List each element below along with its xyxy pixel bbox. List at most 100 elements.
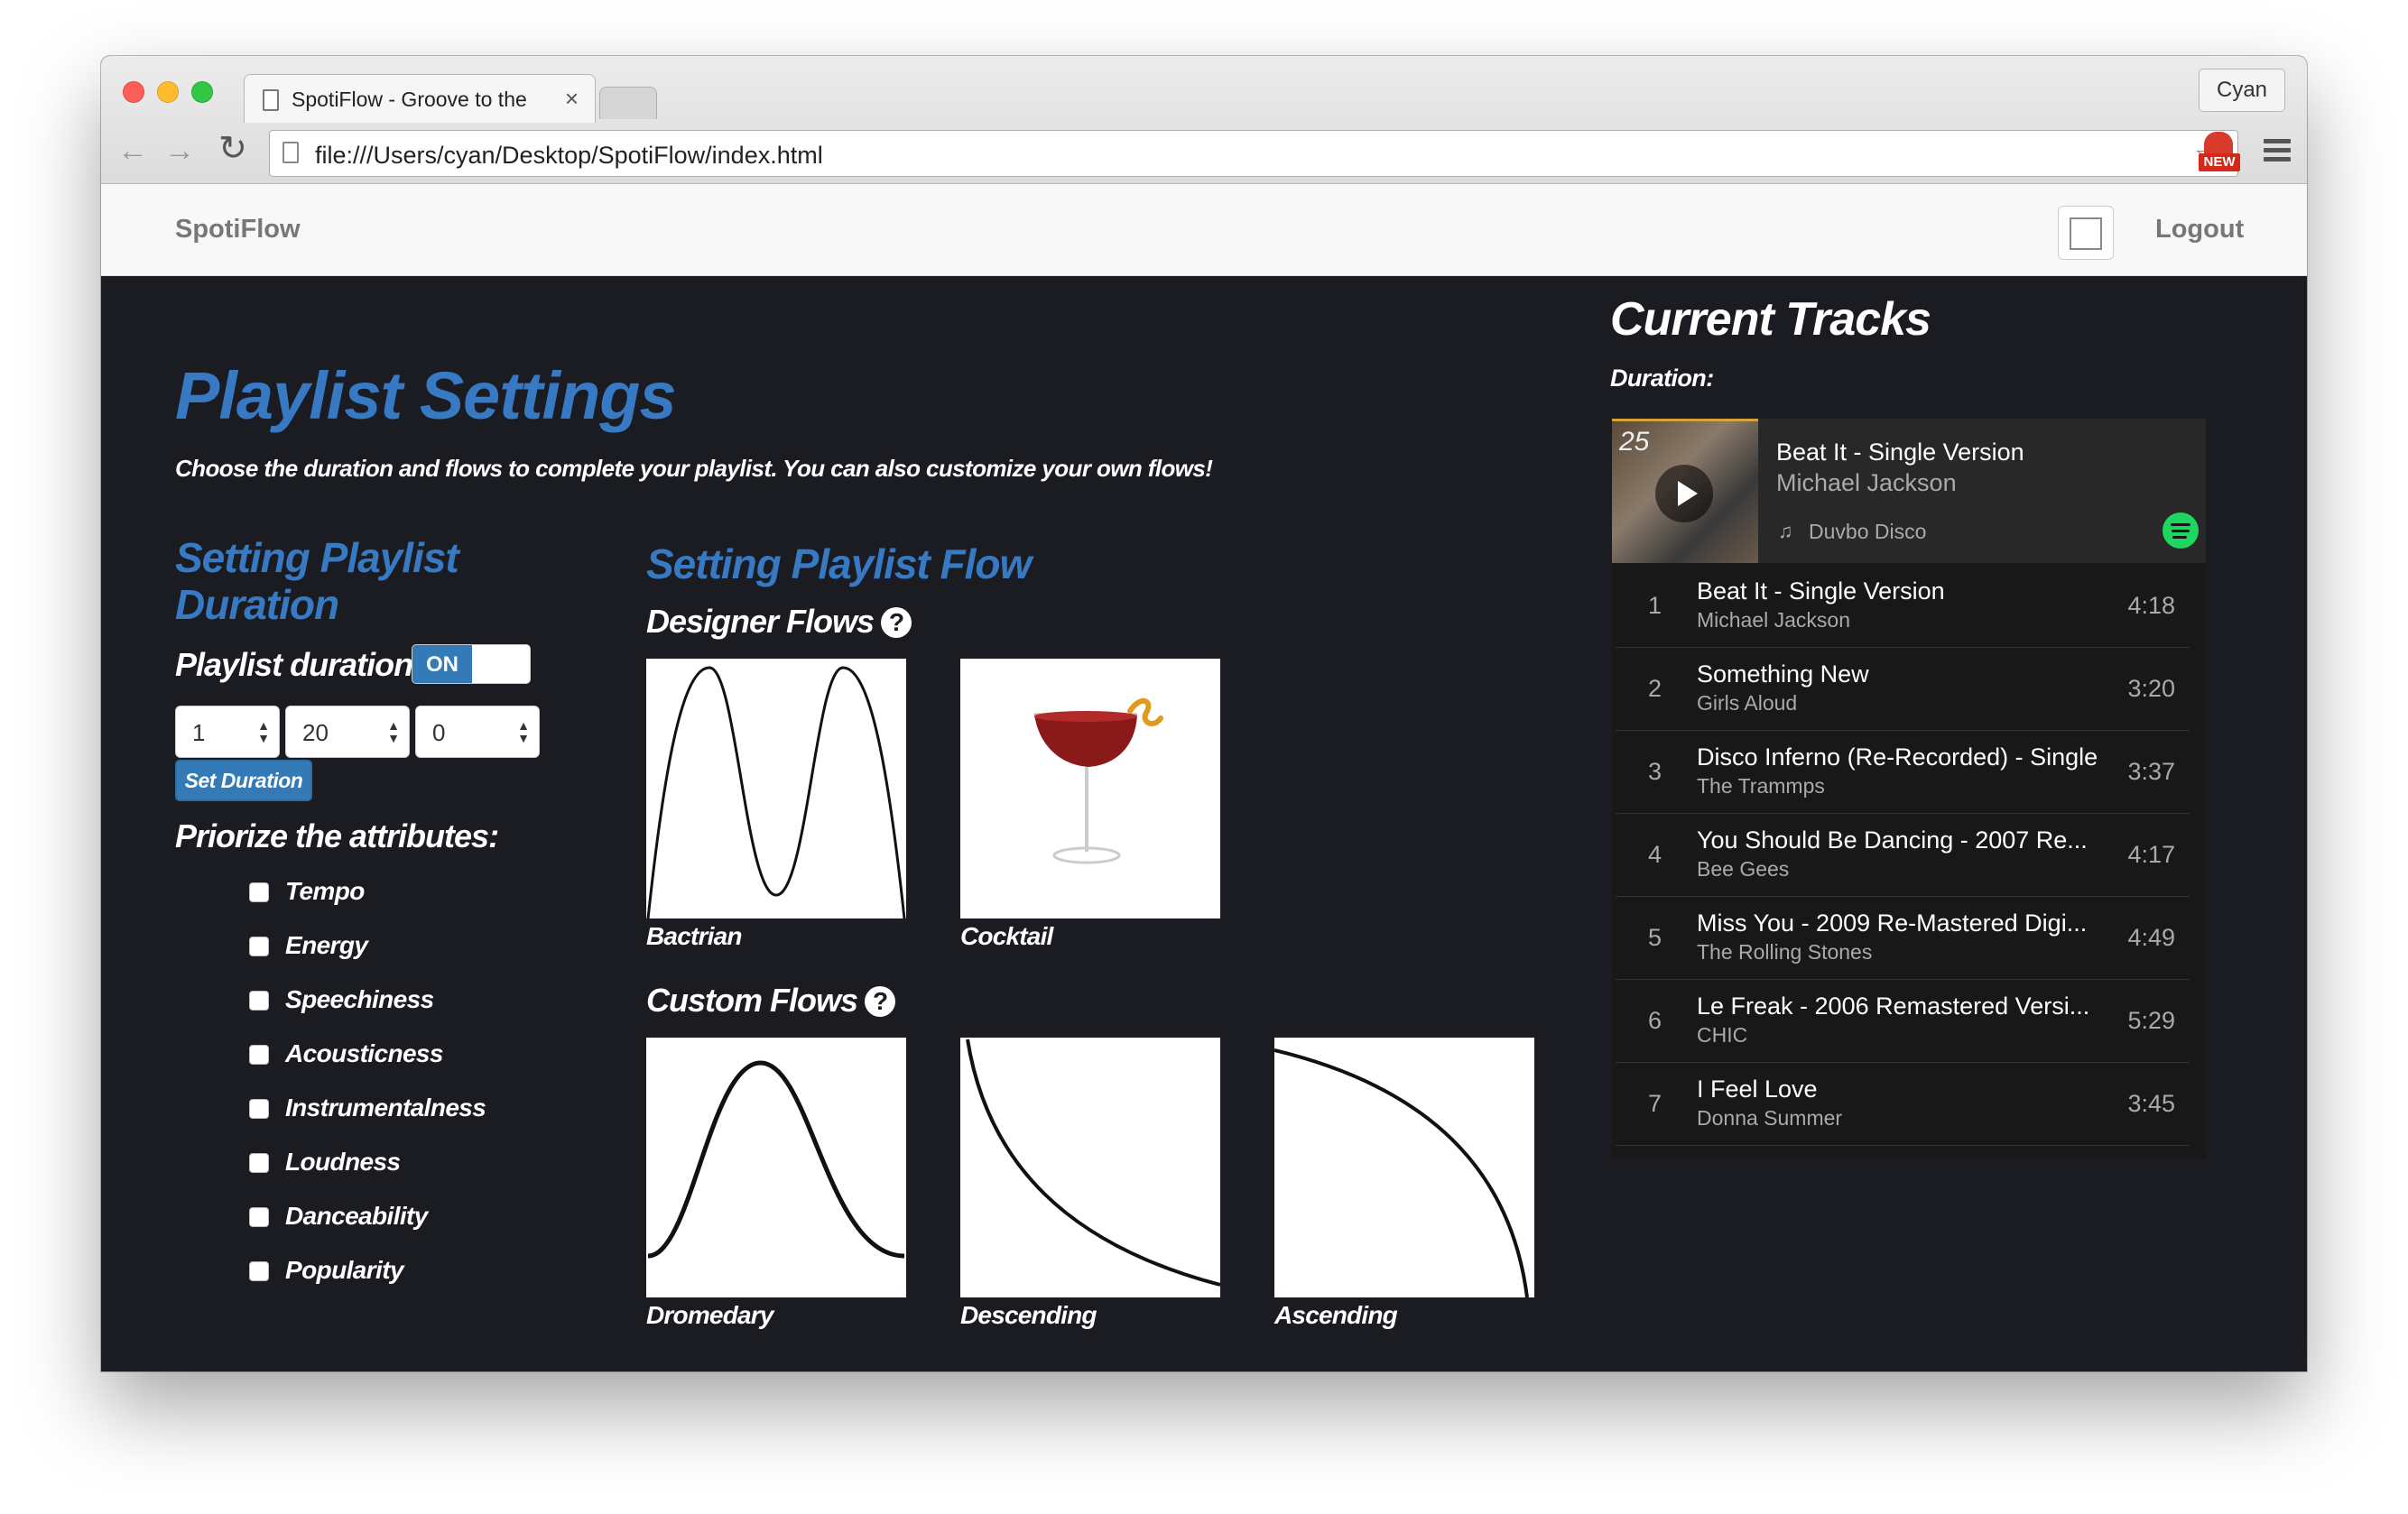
now-playing-artist[interactable]: Michael Jackson xyxy=(1776,469,1957,497)
seconds-input[interactable]: 0 ▲ ▼ xyxy=(415,706,540,758)
attribute-label: Energy xyxy=(285,931,368,959)
help-icon[interactable]: ? xyxy=(881,607,912,638)
duration-label: Playlist duration: xyxy=(175,646,423,683)
playlist-name[interactable]: Duvbo Disco xyxy=(1809,520,1926,544)
track-number: 5 xyxy=(1648,924,1662,951)
flow-card-dromedary[interactable]: Dromedary xyxy=(646,1038,906,1330)
seconds-value: 0 xyxy=(432,719,446,746)
track-duration: 3:45 xyxy=(2127,1090,2175,1117)
maximize-window-button[interactable] xyxy=(191,81,213,103)
custom-flows-heading: Custom Flows? xyxy=(646,982,896,1020)
tracks-duration-label: Duration: xyxy=(1610,365,1714,392)
flow-card-cocktail[interactable]: Cocktail xyxy=(960,659,1220,951)
track-row[interactable]: 5 Miss You - 2009 Re-Mastered Digi... Th… xyxy=(1616,897,2190,980)
ascending-curve-image[interactable] xyxy=(1274,1038,1534,1297)
new-tab-button[interactable] xyxy=(599,87,657,119)
flow-label: Dromedary xyxy=(646,1301,773,1329)
document-icon xyxy=(263,89,279,111)
attribute-checkbox[interactable] xyxy=(249,882,269,902)
minutes-input[interactable]: 20 ▲ ▼ xyxy=(285,706,410,758)
album-cover-number: 25 xyxy=(1619,427,1650,457)
address-bar[interactable]: file:///Users/cyan/Desktop/SpotiFlow/ind… xyxy=(269,130,2238,177)
flow-card-descending[interactable]: Descending xyxy=(960,1038,1220,1330)
flow-card-ascending[interactable]: Ascending xyxy=(1274,1038,1534,1330)
track-duration: 4:18 xyxy=(2127,592,2175,619)
dromedary-curve-icon xyxy=(647,1060,905,1259)
cocktail-image[interactable] xyxy=(960,659,1220,919)
current-tracks-heading: Current Tracks xyxy=(1610,293,1931,346)
brand-link[interactable]: SpotiFlow xyxy=(175,215,301,245)
browser-tab[interactable]: SpotiFlow - Groove to the × xyxy=(244,74,596,123)
spotify-logo-icon[interactable] xyxy=(2163,512,2199,549)
browser-toolbar: SpotiFlow - Groove to the × Cyan ← → ↻ f… xyxy=(101,56,2307,184)
duration-toggle[interactable]: ON xyxy=(412,644,531,684)
track-number: 2 xyxy=(1648,675,1662,702)
spinner-arrows-icon[interactable]: ▲ ▼ xyxy=(387,719,400,744)
descending-curve-icon xyxy=(966,1039,1220,1287)
track-row[interactable]: 6 Le Freak - 2006 Remastered Versi... CH… xyxy=(1616,980,2190,1063)
designer-flows-label: Designer Flows xyxy=(646,603,875,640)
set-duration-button[interactable]: Set Duration xyxy=(175,760,312,801)
menu-icon[interactable] xyxy=(2264,139,2291,162)
now-playing: 25 Beat It - Single Version Michael Jack… xyxy=(1612,419,2206,563)
url-text[interactable]: file:///Users/cyan/Desktop/SpotiFlow/ind… xyxy=(315,142,823,170)
new-badge: NEW xyxy=(2199,153,2240,171)
flow-card-bactrian[interactable]: Bactrian xyxy=(646,659,906,951)
attribute-checkbox[interactable] xyxy=(249,1261,269,1281)
flow-heading: Setting Playlist Flow xyxy=(646,540,1032,587)
close-window-button[interactable] xyxy=(123,81,144,103)
spotify-player: 25 Beat It - Single Version Michael Jack… xyxy=(1612,419,2206,1159)
track-row[interactable]: 7 I Feel Love Donna Summer 3:45 xyxy=(1616,1063,2190,1146)
flow-label: Bactrian xyxy=(646,922,742,950)
prioritize-heading: Priorize the attributes: xyxy=(175,817,499,854)
play-icon[interactable] xyxy=(1655,465,1713,522)
attribute-checkbox[interactable] xyxy=(249,937,269,956)
attribute-label: Speechiness xyxy=(285,985,434,1013)
profile-button[interactable]: Cyan xyxy=(2199,69,2285,112)
dromedary-curve-image[interactable] xyxy=(646,1038,906,1297)
spinner-arrows-icon[interactable]: ▲ ▼ xyxy=(517,719,530,744)
attribute-checkbox[interactable] xyxy=(249,991,269,1011)
attribute-checkbox[interactable] xyxy=(249,1207,269,1227)
bactrian-curve-image[interactable] xyxy=(646,659,906,919)
track-duration: 4:49 xyxy=(2127,924,2175,951)
hours-input[interactable]: 1 ▲ ▼ xyxy=(175,706,280,758)
attribute-checkbox[interactable] xyxy=(249,1099,269,1119)
help-icon[interactable]: ? xyxy=(865,986,896,1017)
tab-title: SpotiFlow - Groove to the xyxy=(292,88,527,111)
track-artist: Donna Summer xyxy=(1697,1106,1843,1130)
track-number: 3 xyxy=(1648,758,1662,785)
minimize-window-button[interactable] xyxy=(157,81,179,103)
back-arrow-icon[interactable]: ← xyxy=(117,135,148,166)
spinner-arrows-icon[interactable]: ▲ ▼ xyxy=(257,719,270,744)
browser-window: SpotiFlow - Groove to the × Cyan ← → ↻ f… xyxy=(101,56,2307,1371)
track-duration: 5:29 xyxy=(2127,1007,2175,1034)
logout-link[interactable]: Logout xyxy=(2155,215,2244,245)
close-tab-icon[interactable]: × xyxy=(565,85,579,113)
album-cover[interactable]: 25 xyxy=(1612,419,1758,563)
forward-arrow-icon[interactable]: → xyxy=(164,135,195,166)
now-playing-title[interactable]: Beat It - Single Version xyxy=(1776,439,2024,466)
track-duration: 3:20 xyxy=(2127,675,2175,702)
track-title: Le Freak - 2006 Remastered Versi... xyxy=(1697,992,2090,1020)
extension-icon[interactable]: NEW xyxy=(2199,132,2240,173)
track-row[interactable]: 4 You Should Be Dancing - 2007 Re... Bee… xyxy=(1616,814,2190,897)
track-number: 6 xyxy=(1648,1007,1662,1034)
attribute-checkbox[interactable] xyxy=(249,1153,269,1173)
track-number: 1 xyxy=(1648,592,1662,619)
track-row[interactable]: 3 Disco Inferno (Re-Recorded) - Single T… xyxy=(1616,731,2190,814)
attribute-label: Tempo xyxy=(285,877,365,905)
track-row[interactable]: 2 Something New Girls Aloud 3:20 xyxy=(1616,648,2190,731)
navbar-toggle-button[interactable] xyxy=(2058,206,2114,260)
track-row[interactable]: 1 Beat It - Single Version Michael Jacks… xyxy=(1616,565,2190,648)
attribute-label: Acousticness xyxy=(285,1039,443,1067)
flow-label: Descending xyxy=(960,1301,1097,1329)
square-icon xyxy=(2070,217,2102,250)
reload-icon[interactable]: ↻ xyxy=(218,132,247,166)
attribute-checkbox[interactable] xyxy=(249,1045,269,1065)
attribute-label: Instrumentalness xyxy=(285,1094,486,1122)
track-duration: 3:37 xyxy=(2127,758,2175,785)
app-navbar: SpotiFlow Logout xyxy=(101,184,2307,276)
descending-curve-image[interactable] xyxy=(960,1038,1220,1297)
page-icon xyxy=(282,142,299,163)
